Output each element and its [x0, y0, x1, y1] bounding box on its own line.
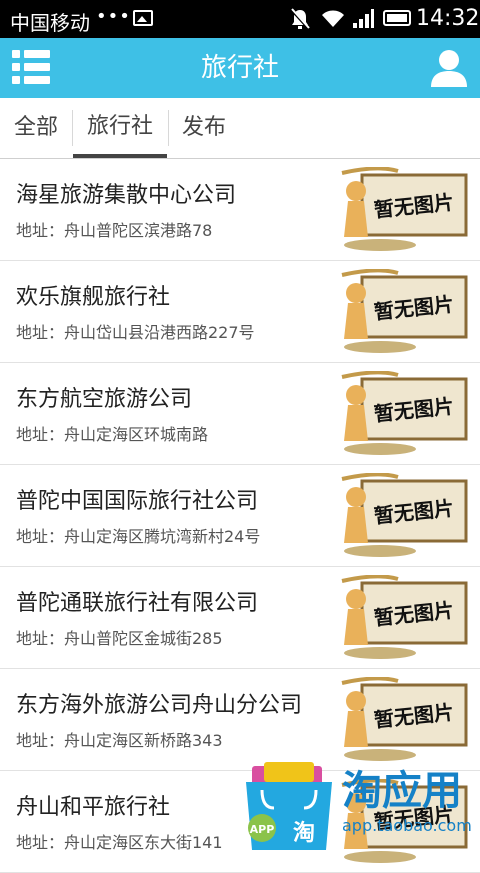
agency-name: 东方航空旅游公司: [16, 387, 193, 412]
agency-address: 地址：舟山定海区环城南路: [16, 425, 209, 444]
agency-name: 普陀通联旅行社有限公司: [16, 591, 259, 616]
image-notification-icon: [133, 10, 153, 26]
battery-icon: [383, 10, 411, 26]
page-title: 旅行社: [200, 53, 279, 83]
list-item[interactable]: 普陀中国国际旅行社公司 地址：舟山定海区腾坑湾新村24号 暂无图片: [0, 465, 480, 567]
title-bar: 旅行社: [0, 38, 480, 98]
agency-address: 地址：舟山普陀区滨港路78: [16, 221, 213, 240]
list-item[interactable]: 普陀通联旅行社有限公司 地址：舟山普陀区金城街285 暂无图片: [0, 567, 480, 669]
agency-name: 欢乐旗舰旅行社: [16, 285, 171, 310]
shopping-bag-icon: APP 淘: [246, 762, 332, 850]
bag-character: 淘: [293, 820, 315, 846]
list-menu-icon[interactable]: [12, 50, 50, 84]
agency-address: 地址：舟山普陀区金城街285: [16, 629, 223, 648]
watermark-brand: 淘应用: [342, 768, 462, 814]
tab-all[interactable]: 全部: [0, 98, 72, 158]
no-image-placeholder: 暂无图片: [341, 575, 468, 659]
list-item[interactable]: 海星旅游集散中心公司 地址：舟山普陀区滨港路78 暂无图片: [0, 159, 480, 261]
tab-bar: 全部 旅行社 发布: [0, 98, 480, 159]
watermark-url: app.taobao.com: [342, 816, 472, 835]
signal-icon: [353, 9, 374, 28]
no-image-placeholder: 暂无图片: [341, 371, 468, 455]
carrier-label: 中国移动: [10, 11, 90, 35]
agency-address: 地址：舟山定海区东大街141: [16, 833, 223, 852]
agency-address: 地址：舟山岱山县沿港西路227号: [16, 323, 255, 342]
tab-travel-agency[interactable]: 旅行社: [73, 98, 167, 158]
wifi-icon: [322, 10, 344, 27]
taobao-app-watermark: APP 淘 淘应用 app.taobao.com: [242, 756, 480, 854]
agency-name: 舟山和平旅行社: [16, 795, 171, 820]
tab-publish[interactable]: 发布: [169, 98, 239, 158]
agency-name: 海星旅游集散中心公司: [16, 183, 237, 208]
no-image-placeholder: 暂无图片: [341, 269, 468, 353]
no-image-placeholder: 暂无图片: [341, 473, 468, 557]
agency-address: 地址：舟山定海区腾坑湾新村24号: [16, 527, 261, 546]
list-item[interactable]: 东方航空旅游公司 地址：舟山定海区环城南路 暂无图片: [0, 363, 480, 465]
agency-address: 地址：舟山定海区新桥路343: [16, 731, 223, 750]
user-icon[interactable]: [430, 48, 468, 88]
agency-name: 东方海外旅游公司舟山分公司: [16, 693, 303, 718]
app-badge-text: APP: [250, 823, 275, 836]
no-image-placeholder: 暂无图片: [341, 677, 468, 761]
clock: 14:32: [416, 6, 480, 31]
mute-icon: [290, 8, 310, 30]
status-bar: 中国移动 ••• 14:32: [0, 0, 480, 38]
no-image-placeholder: 暂无图片: [341, 167, 468, 251]
agency-name: 普陀中国国际旅行社公司: [16, 489, 259, 514]
notification-dots: •••: [96, 6, 131, 27]
list-item[interactable]: 欢乐旗舰旅行社 地址：舟山岱山县沿港西路227号 暂无图片: [0, 261, 480, 363]
